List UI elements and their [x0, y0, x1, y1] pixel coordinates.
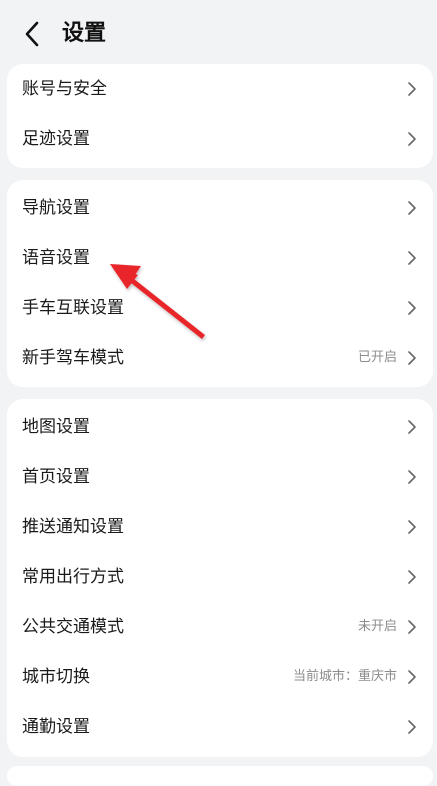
settings-item-label: 手车互联设置: [22, 298, 124, 318]
settings-item-label: 首页设置: [22, 467, 90, 487]
settings-item-push-notifications[interactable]: 推送通知设置: [7, 502, 433, 552]
chevron-right-icon: [408, 351, 416, 365]
header: 设置: [0, 0, 437, 60]
chevron-right-icon: [408, 570, 416, 584]
settings-item-label: 地图设置: [22, 417, 90, 437]
settings-item-label: 常用出行方式: [22, 567, 124, 587]
settings-item-label: 语音设置: [22, 248, 90, 268]
settings-group-general: 地图设置 首页设置 推送通知设置 常用出行方式 公共交通模式 未开启 城市切换 …: [7, 399, 433, 757]
settings-group-account: 账号与安全 足迹设置: [7, 64, 433, 168]
settings-item-label: 账号与安全: [22, 79, 107, 99]
chevron-right-icon: [408, 670, 416, 684]
settings-item-label: 新手驾车模式: [22, 348, 124, 368]
settings-item-value: 当前城市：重庆市: [292, 669, 397, 684]
chevron-right-icon: [408, 720, 416, 734]
settings-group-more: [7, 766, 433, 786]
settings-item-footprint[interactable]: 足迹设置: [7, 114, 433, 164]
chevron-right-icon: [408, 251, 416, 265]
page-title: 设置: [62, 21, 107, 46]
chevron-right-icon: [408, 520, 416, 534]
settings-item-city-switch[interactable]: 城市切换 当前城市：重庆市: [7, 652, 433, 702]
chevron-right-icon: [408, 201, 416, 215]
chevron-right-icon: [408, 132, 416, 146]
chevron-left-icon: [25, 21, 39, 47]
settings-group-navigation: 导航设置 语音设置 手车互联设置 新手驾车模式 已开启: [7, 180, 433, 387]
chevron-right-icon: [408, 82, 416, 96]
settings-item-voice[interactable]: 语音设置: [7, 233, 433, 283]
settings-item-label: 推送通知设置: [22, 517, 124, 537]
chevron-right-icon: [408, 620, 416, 634]
settings-item-map[interactable]: 地图设置: [7, 402, 433, 452]
settings-item-value: 未开启: [357, 619, 397, 634]
settings-item-home-page[interactable]: 首页设置: [7, 452, 433, 502]
settings-item-account-security[interactable]: 账号与安全: [7, 64, 433, 114]
settings-item-label: 通勤设置: [22, 717, 90, 737]
settings-item-navigation[interactable]: 导航设置: [7, 183, 433, 233]
chevron-right-icon: [408, 470, 416, 484]
settings-item-novice-driving-mode[interactable]: 新手驾车模式 已开启: [7, 333, 433, 383]
settings-item-label: 导航设置: [22, 198, 90, 218]
settings-item-value: 已开启: [357, 350, 397, 365]
settings-item-phone-car-link[interactable]: 手车互联设置: [7, 283, 433, 333]
settings-item-commute[interactable]: 通勤设置: [7, 702, 433, 752]
settings-item-label: 城市切换: [22, 667, 90, 687]
chevron-right-icon: [408, 420, 416, 434]
settings-item-label: 足迹设置: [22, 129, 90, 149]
settings-item-label: 公共交通模式: [22, 617, 124, 637]
back-button[interactable]: [14, 14, 50, 54]
settings-item-travel-mode[interactable]: 常用出行方式: [7, 552, 433, 602]
settings-item-public-transit-mode[interactable]: 公共交通模式 未开启: [7, 602, 433, 652]
chevron-right-icon: [408, 301, 416, 315]
